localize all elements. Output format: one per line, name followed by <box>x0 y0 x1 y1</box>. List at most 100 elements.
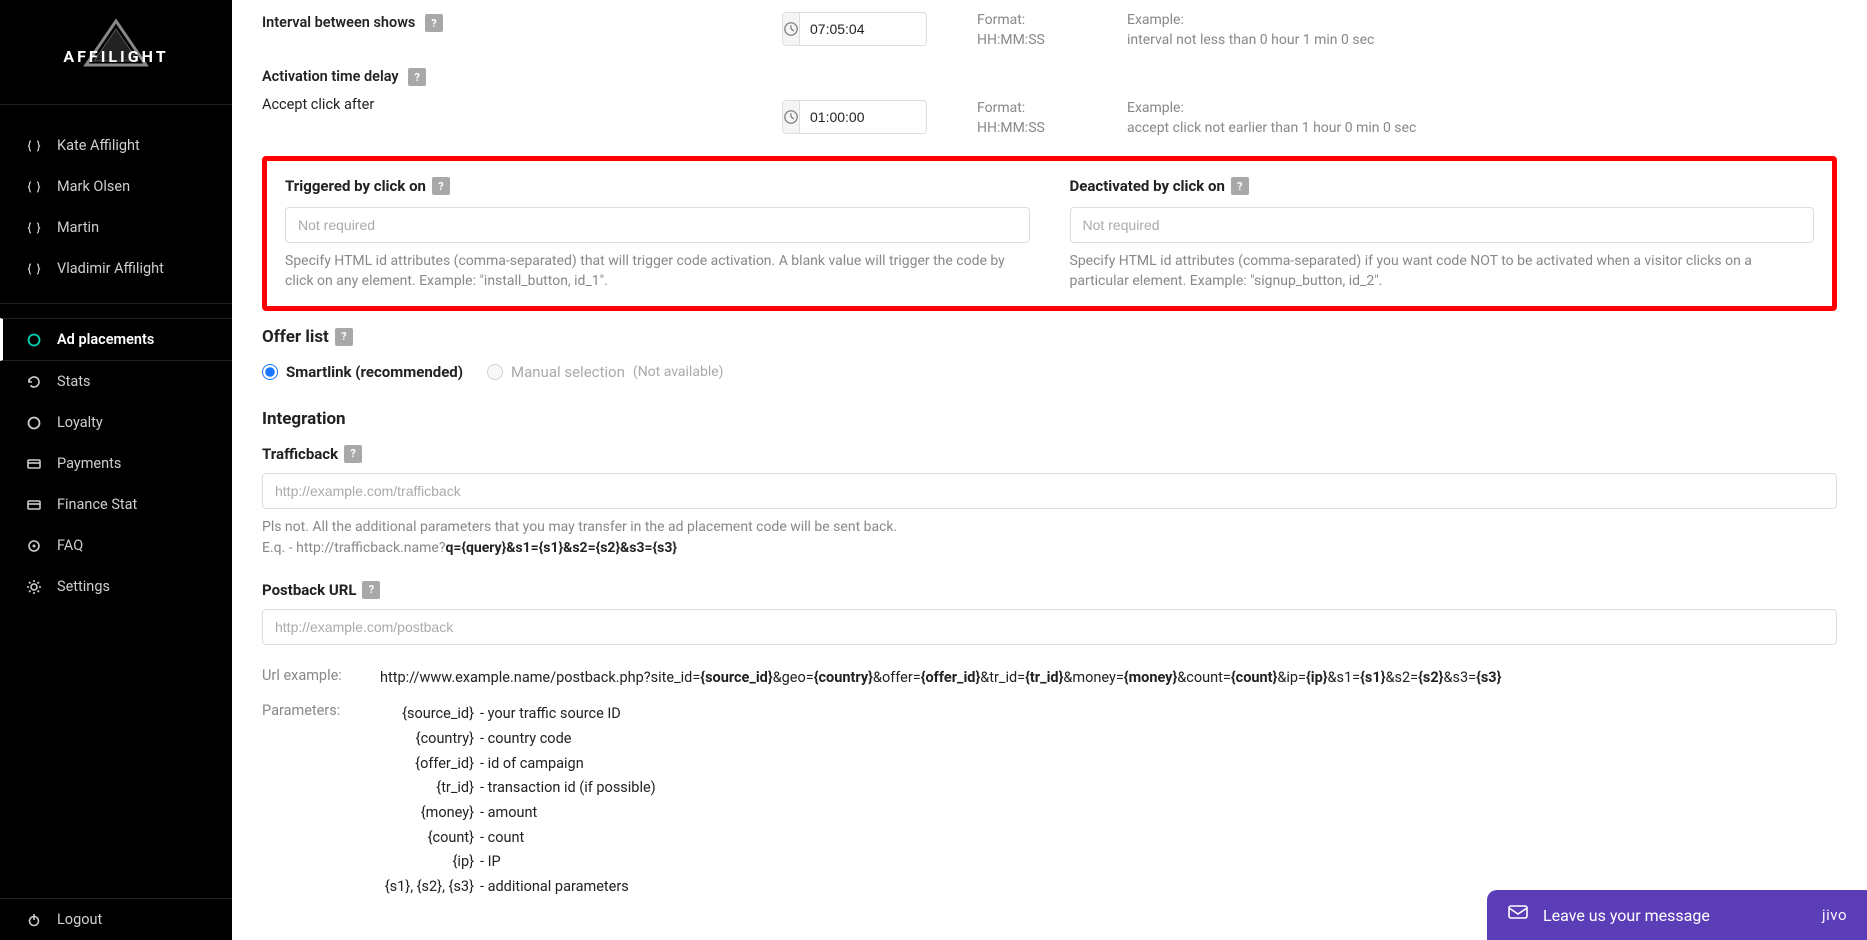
triggered-title: Triggered by click on <box>285 177 426 195</box>
format-head: Format: <box>977 12 1127 28</box>
sidebar-item-label: Settings <box>57 578 110 595</box>
card-icon <box>26 497 42 513</box>
circle-icon <box>26 332 42 348</box>
example-value: accept click not earlier than 1 hour 0 m… <box>1127 120 1416 136</box>
parameter-row: {s1}, {s2}, {s3} - additional parameters <box>380 875 656 900</box>
sidebar-item-settings[interactable]: Settings <box>0 566 232 607</box>
parameter-desc: - IP <box>480 850 501 875</box>
url-example-value: http://www.example.name/postback.php?sit… <box>380 667 1501 689</box>
sidebar-user-0[interactable]: Kate Affilight <box>0 125 232 166</box>
activation-label: Activation time delay <box>262 68 399 85</box>
postback-label: Postback URL <box>262 581 356 599</box>
radio-smartlink-label: Smartlink (recommended) <box>286 363 463 381</box>
help-icon[interactable] <box>432 177 450 195</box>
parameter-row: {tr_id} - transaction id (if possible) <box>380 776 656 801</box>
sidebar-item-label: Payments <box>57 455 121 472</box>
trafficback-input[interactable] <box>262 473 1837 509</box>
clock-icon <box>783 13 800 45</box>
sidebar-item-label: Vladimir Affilight <box>57 260 164 277</box>
triggered-hint: Specify HTML id attributes (comma-separa… <box>285 251 1030 292</box>
deactivated-title: Deactivated by click on <box>1070 177 1225 195</box>
activation-sublabel: Accept click after <box>262 96 782 113</box>
logo-text: AFFILIGHT <box>63 47 168 66</box>
refresh-icon <box>25 374 43 390</box>
parameters-list: {source_id} - your traffic source ID{cou… <box>380 702 656 899</box>
chat-text: Leave us your message <box>1543 906 1710 925</box>
parameter-desc: - additional parameters <box>480 875 629 900</box>
refresh-icon <box>26 374 42 390</box>
format-value: HH:MM:SS <box>977 32 1127 48</box>
sidebar-user-3[interactable]: Vladimir Affilight <box>0 248 232 289</box>
activation-row: Activation time delay Accept click after… <box>262 66 1837 136</box>
integration-heading: Integration <box>262 409 346 429</box>
sidebar-item-loyalty[interactable]: Loyalty <box>0 402 232 443</box>
trafficback-label: Trafficback <box>262 445 338 463</box>
help-icon[interactable] <box>425 14 443 32</box>
help-icon[interactable] <box>335 328 353 346</box>
triggered-input[interactable] <box>285 207 1030 243</box>
clock-icon <box>783 101 800 133</box>
sidebar-user-1[interactable]: Mark Olsen <box>0 166 232 207</box>
parameters-label: Parameters: <box>262 702 362 719</box>
sidebar-item-label: FAQ <box>57 537 83 554</box>
trafficback-note-2-pre: E.q. - http://trafficback.name? <box>262 540 445 556</box>
parameter-row: {offer_id} - id of campaign <box>380 752 656 777</box>
help-icon[interactable] <box>408 68 426 86</box>
parameter-desc: - your traffic source ID <box>480 702 621 727</box>
radio-smartlink-input[interactable] <box>262 364 278 380</box>
radio-smartlink[interactable]: Smartlink (recommended) <box>262 363 463 381</box>
parameter-desc: - amount <box>480 801 537 826</box>
help-icon[interactable] <box>362 581 380 599</box>
example-head: Example: <box>1127 12 1374 28</box>
format-value: HH:MM:SS <box>977 120 1127 136</box>
sidebar-item-label: Kate Affilight <box>57 137 140 154</box>
circle-outline-icon <box>26 415 42 431</box>
sidebar-user-2[interactable]: Martin <box>0 207 232 248</box>
parameter-key: {money} <box>380 801 480 826</box>
deactivated-input[interactable] <box>1070 207 1815 243</box>
sidebar-item-logout[interactable]: Logout <box>0 899 232 940</box>
braces-icon <box>25 139 43 153</box>
card-icon <box>26 456 42 472</box>
trafficback-note-2-bold: q={query}&s1={s1}&s2={s2}&s3={s3} <box>445 540 677 556</box>
logo[interactable]: AFFILIGHT <box>0 0 232 105</box>
trafficback-note-1: Pls not. All the additional parameters t… <box>262 519 897 535</box>
braces-icon <box>25 221 43 235</box>
help-icon[interactable] <box>1231 177 1249 195</box>
activation-input[interactable] <box>800 101 927 133</box>
parameter-desc: - id of campaign <box>480 752 584 777</box>
parameter-row: {country} - country code <box>380 727 656 752</box>
main-content: Interval between shows Format: HH:MM:SS … <box>232 0 1867 940</box>
help-icon[interactable] <box>344 445 362 463</box>
sidebar-item-finance-stat[interactable]: Finance Stat <box>0 484 232 525</box>
format-head: Format: <box>977 100 1127 116</box>
parameter-key: {ip} <box>380 850 480 875</box>
gear-icon <box>26 579 42 595</box>
parameter-desc: - count <box>480 826 524 851</box>
parameter-row: {money} - amount <box>380 801 656 826</box>
parameter-row: {ip} - IP <box>380 850 656 875</box>
trigger-deactivate-highlight: Triggered by click on Specify HTML id at… <box>262 156 1837 311</box>
example-head: Example: <box>1127 100 1416 116</box>
chat-icon <box>1507 902 1529 928</box>
braces-icon <box>25 180 43 194</box>
sidebar-item-stats[interactable]: Stats <box>0 361 232 402</box>
parameter-key: {tr_id} <box>380 776 480 801</box>
chat-widget[interactable]: Leave us your message jivo <box>1487 890 1867 940</box>
sidebar-item-ad-placements[interactable]: Ad placements <box>0 318 232 361</box>
chat-brand: jivo <box>1822 906 1847 924</box>
sidebar-item-label: Finance Stat <box>57 496 137 513</box>
interval-input[interactable] <box>800 13 927 45</box>
interval-label: Interval between shows <box>262 14 415 31</box>
sidebar-item-label: Logout <box>57 911 102 928</box>
braces-icon <box>27 180 41 194</box>
deactivated-hint: Specify HTML id attributes (comma-separa… <box>1070 251 1815 292</box>
sidebar: AFFILIGHT Kate Affilight Mark Olsen Martin… <box>0 0 232 940</box>
sidebar-item-label: Mark Olsen <box>57 178 130 195</box>
postback-input[interactable] <box>262 609 1837 645</box>
radio-manual: Manual selection (Not available) <box>487 363 724 381</box>
sidebar-item-payments[interactable]: Payments <box>0 443 232 484</box>
card-icon <box>25 497 43 513</box>
sidebar-item-label: Martin <box>57 219 99 236</box>
sidebar-item-faq[interactable]: FAQ <box>0 525 232 566</box>
